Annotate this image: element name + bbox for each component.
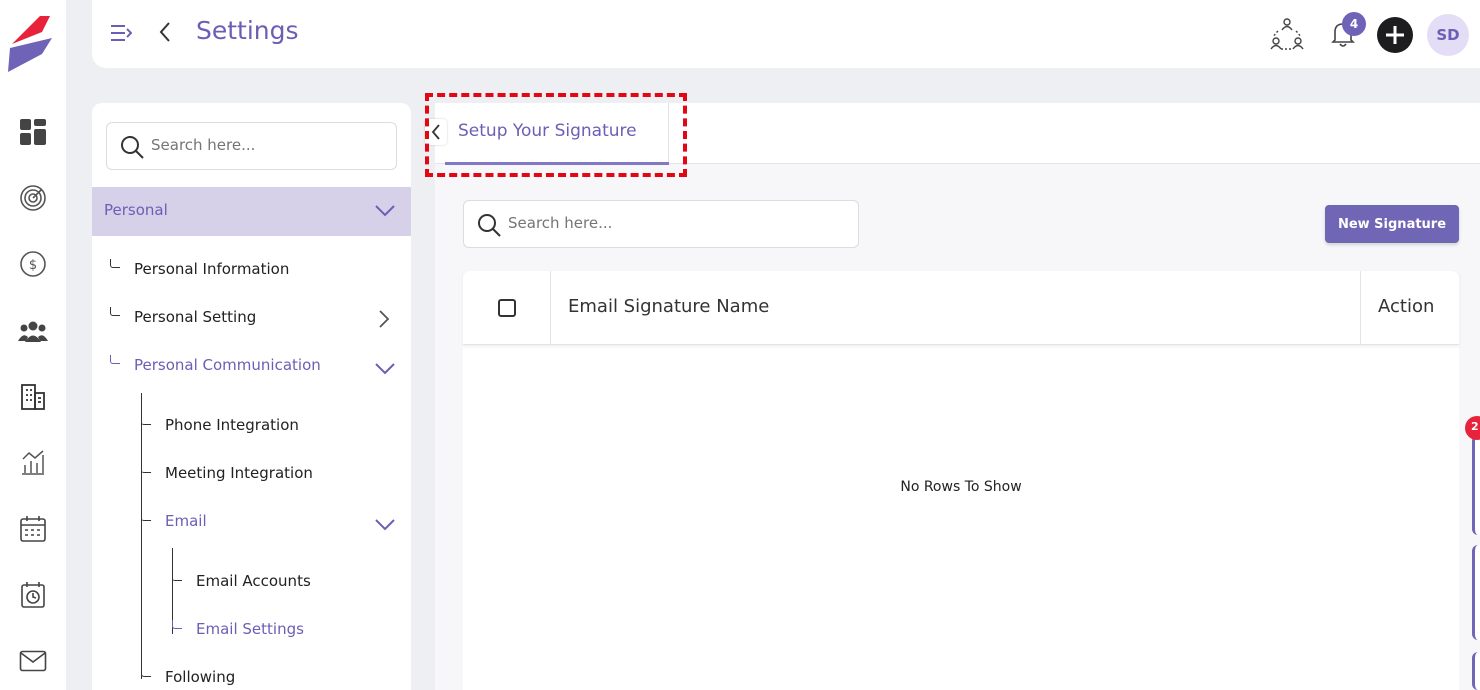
menu-meeting-integration[interactable]: Meeting Integration [165,464,313,482]
calendar-icon[interactable] [18,514,48,544]
menu-phone-integration[interactable]: Phone Integration [165,416,299,434]
menu-email-settings[interactable]: Email Settings [196,620,304,638]
section-personal-label: Personal [104,201,168,219]
menu-following[interactable]: Following [165,668,235,686]
tree-connector [110,355,120,364]
left-nav-rail: $ [0,0,66,690]
clock-icon[interactable] [18,580,48,610]
signature-search[interactable] [463,200,859,248]
section-personal[interactable]: Personal [92,187,411,236]
tree-connector [141,464,151,473]
side-drawer-tab[interactable] [1472,435,1480,535]
team-network-icon[interactable] [1269,16,1305,52]
column-divider [1360,271,1361,345]
tree-connector [172,620,182,629]
tree-connector [141,416,151,425]
empty-message: No Rows To Show [900,479,1022,495]
dashboard-icon[interactable] [18,117,48,147]
dollar-icon[interactable]: $ [18,249,48,279]
signature-search-input[interactable] [508,214,848,232]
chevron-down-icon[interactable] [374,518,396,532]
tree-connector [141,668,151,677]
add-button[interactable] [1377,17,1413,53]
page-title: Settings [196,16,299,45]
highlight-annotation [425,93,687,177]
plus-icon [1386,26,1404,44]
sidepanel-search[interactable] [106,122,397,170]
users-icon[interactable] [18,316,48,346]
chevron-right-icon[interactable] [378,309,390,329]
column-header-name[interactable]: Email Signature Name [568,296,769,317]
tree-connector [172,572,182,581]
chevron-down-icon[interactable] [374,362,396,376]
notification-badge: 4 [1342,12,1366,36]
svg-text:$: $ [29,258,37,273]
mail-icon[interactable] [18,646,48,676]
user-avatar[interactable]: SD [1427,14,1469,56]
settings-sidepanel: Personal Personal Information Personal S… [92,103,411,690]
sidepanel-search-input[interactable] [151,136,386,154]
menu-email[interactable]: Email [165,512,207,530]
chart-icon[interactable] [18,448,48,478]
menu-email-accounts[interactable]: Email Accounts [196,572,311,590]
building-icon[interactable] [18,382,48,412]
menu-personal-setting[interactable]: Personal Setting [134,308,256,326]
side-drawer-tab[interactable] [1472,652,1480,690]
signature-table: Email Signature Name Action No Rows To S… [463,271,1459,690]
top-header: Settings 4 SD [92,0,1480,68]
column-divider [550,271,551,345]
back-arrow-icon[interactable] [156,20,174,44]
chevron-down-icon[interactable] [374,204,396,218]
menu-personal-information[interactable]: Personal Information [134,260,289,278]
app-logo[interactable] [6,14,52,74]
search-icon [121,136,144,159]
tree-connector [110,259,120,268]
column-header-action[interactable]: Action [1378,296,1434,317]
tree-line [141,393,142,679]
new-signature-button[interactable]: New Signature [1325,205,1459,243]
menu-toggle-icon[interactable] [110,22,132,44]
target-icon[interactable] [18,183,48,213]
search-icon [478,214,501,237]
side-drawer-tab[interactable] [1472,545,1480,640]
content-area: Setup Your Signature New Signature Email… [425,103,1480,690]
table-header: Email Signature Name Action [463,271,1459,345]
menu-personal-communication[interactable]: Personal Communication [134,356,321,374]
select-all-checkbox[interactable] [498,299,516,317]
tree-connector [110,307,120,316]
tree-connector [141,512,151,521]
